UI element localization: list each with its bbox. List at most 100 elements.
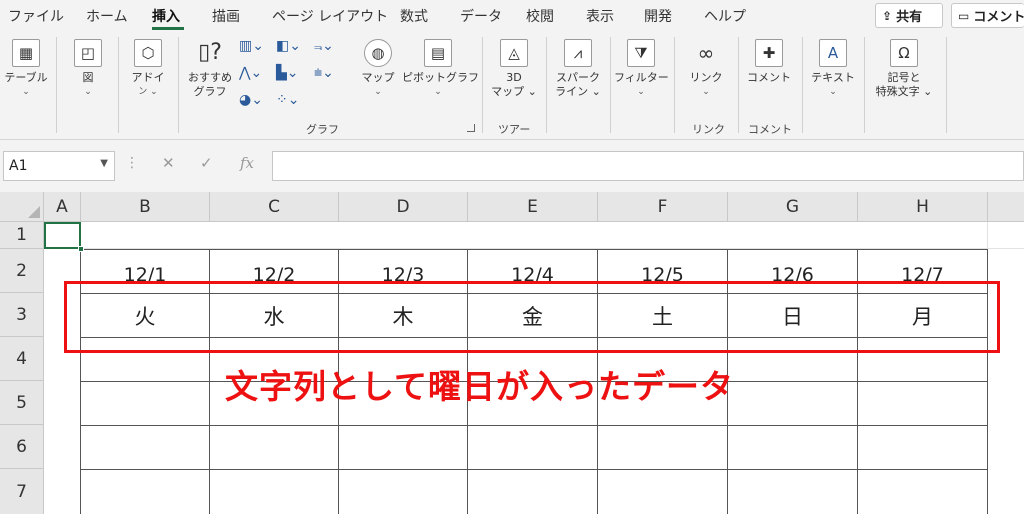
tab-data[interactable]: データ — [460, 6, 502, 26]
column-header-d[interactable]: D — [339, 192, 468, 222]
formula-input[interactable] — [272, 151, 1024, 181]
hierarchy-chart-icon[interactable]: ◧⌄ — [276, 38, 301, 54]
comment-icon: ✚ — [755, 39, 783, 67]
separator — [802, 37, 803, 133]
column-header-a[interactable]: A — [44, 192, 81, 222]
column-header-i[interactable] — [988, 192, 1024, 222]
column-header-e[interactable]: E — [468, 192, 598, 222]
line-chart-icon[interactable]: ⋀⌄ — [239, 65, 262, 81]
map3d-button[interactable]: ◬ 3D マップ ⌄ — [490, 39, 538, 99]
recommended-chart-icon: ▯? — [198, 40, 222, 65]
chevron-down-icon[interactable]: ▼ — [100, 158, 108, 169]
tab-draw[interactable]: 描画 — [212, 6, 240, 26]
worksheet-grid: A B C D E F G H 1 2 3 4 5 6 7 12/1 12/2 … — [0, 192, 1024, 514]
link-label: リンク — [689, 71, 723, 84]
tab-developer[interactable]: 開発 — [644, 6, 672, 26]
column-header-b[interactable]: B — [81, 192, 210, 222]
column-header-f[interactable]: F — [598, 192, 728, 222]
tab-help[interactable]: ヘルプ — [704, 6, 746, 26]
highlight-box — [64, 281, 1000, 353]
map-label: マップ — [361, 71, 395, 84]
comment-top-button[interactable]: ▭ コメント — [951, 3, 1024, 28]
map-button[interactable]: ◍ マップ ⌄ — [358, 39, 398, 99]
cancel-icon[interactable]: ✕ — [162, 154, 175, 172]
tab-insert[interactable]: 挿入 — [152, 6, 180, 26]
group-label-link: リンク — [692, 123, 725, 136]
column-header-g[interactable]: G — [728, 192, 858, 222]
sparkline-label-2: ライン ⌄ — [555, 85, 601, 98]
addin-button[interactable]: ⬡ アドイ ン ⌄ — [126, 39, 170, 99]
tab-formulas[interactable]: 数式 — [400, 6, 428, 26]
tab-file[interactable]: ファイル — [8, 6, 64, 26]
combo-chart-icon[interactable]: ⩧⌄ — [314, 65, 334, 81]
table-button[interactable]: ▦ テーブル ⌄ — [4, 39, 48, 99]
recommended-chart-label-2: グラフ — [193, 85, 227, 98]
annotation-text: 文字列として曜日が入ったデータ — [225, 367, 735, 406]
symbol-button[interactable]: Ω 記号と 特殊文字 ⌄ — [868, 39, 940, 99]
filter-button[interactable]: ⧩ フィルター ⌄ — [614, 39, 669, 99]
name-box-value: A1 — [9, 158, 28, 174]
omega-icon: Ω — [890, 39, 918, 67]
enter-icon[interactable]: ✓ — [200, 154, 213, 172]
scatter-chart-icon[interactable]: ⁘⌄ — [276, 92, 299, 108]
column-header-c[interactable]: C — [210, 192, 339, 222]
fill-handle[interactable] — [78, 246, 84, 252]
comment-ribbon-label: コメント — [747, 71, 791, 84]
dialog-launcher-icon[interactable] — [467, 124, 475, 132]
row-header-1[interactable]: 1 — [0, 222, 44, 249]
pivot-chart-button[interactable]: ▤ ピボットグラフ ⌄ — [402, 39, 479, 99]
table-border — [80, 469, 988, 470]
pivot-chart-label: ピボットグラフ — [402, 71, 479, 84]
figure-button[interactable]: ◰ 図 ⌄ — [66, 39, 110, 99]
row-header-6[interactable]: 6 — [0, 425, 44, 469]
figure-dropdown: ⌄ — [84, 87, 92, 97]
group-label-comment: コメント — [748, 123, 792, 136]
row-header-2[interactable]: 2 — [0, 249, 44, 293]
recommended-chart-button[interactable]: ▯? おすすめ グラフ — [186, 39, 234, 99]
separator — [56, 37, 57, 133]
pivot-chart-dropdown: ⌄ — [434, 87, 442, 97]
waterfall-chart-icon[interactable]: ⫬⌄ — [314, 38, 334, 54]
row-header-3[interactable]: 3 — [0, 293, 44, 337]
active-cell-a1[interactable] — [44, 222, 84, 252]
insert-function-icon[interactable]: fx — [240, 154, 254, 172]
slicer-icon: ⧩ — [627, 39, 655, 67]
addin-label: アドイ — [131, 71, 165, 84]
text-label: テキスト — [811, 71, 855, 84]
pivot-chart-icon: ▤ — [424, 39, 452, 67]
separator — [674, 37, 675, 133]
addin-dropdown: ン ⌄ — [138, 87, 158, 97]
link-button[interactable]: ∞ リンク ⌄ — [684, 39, 728, 99]
filter-dropdown: ⌄ — [637, 87, 645, 97]
tab-page-layout[interactable]: ページ レイアウト — [272, 6, 388, 26]
column-header-h[interactable]: H — [858, 192, 988, 222]
tab-home[interactable]: ホーム — [86, 6, 128, 26]
row-header-7[interactable]: 7 — [0, 469, 44, 514]
pie-chart-icon[interactable]: ◕⌄ — [239, 92, 263, 108]
comment-ribbon-button[interactable]: ✚ コメント — [744, 39, 794, 85]
share-button[interactable]: ⇪ 共有 — [875, 3, 943, 28]
row-header-5[interactable]: 5 — [0, 381, 44, 425]
table-border — [80, 249, 988, 250]
share-icon: ⇪ — [882, 8, 893, 23]
name-box[interactable]: A1 ▼ — [3, 151, 115, 181]
ribbon: ▦ テーブル ⌄ ◰ 図 ⌄ ⬡ アドイ ン ⌄ ▯? おすすめ グラフ ▥⌄ … — [0, 33, 1024, 140]
speech-bubble-icon: ▭ — [958, 8, 970, 23]
comment-top-label: コメント — [973, 10, 1024, 25]
recommended-chart-label: おすすめ — [188, 71, 232, 84]
separator — [738, 37, 739, 133]
statistic-chart-icon[interactable]: ▙⌄ — [276, 65, 299, 81]
map-dropdown: ⌄ — [374, 87, 382, 97]
text-button[interactable]: A テキスト ⌄ — [808, 39, 858, 99]
group-label-tour: ツアー — [498, 123, 531, 136]
separator — [864, 37, 865, 133]
sparkline-button[interactable]: ⩘ スパーク ライン ⌄ — [552, 39, 604, 99]
row-header-4[interactable]: 4 — [0, 337, 44, 381]
select-all-button[interactable] — [0, 192, 44, 222]
separator — [178, 37, 179, 133]
tab-view[interactable]: 表示 — [586, 6, 614, 26]
tab-review[interactable]: 校閲 — [526, 6, 554, 26]
group-label-graph: グラフ — [306, 123, 339, 136]
column-chart-icon[interactable]: ▥⌄ — [239, 38, 264, 54]
formula-bar: A1 ▼ ⋮ ✕ ✓ fx — [0, 140, 1024, 192]
